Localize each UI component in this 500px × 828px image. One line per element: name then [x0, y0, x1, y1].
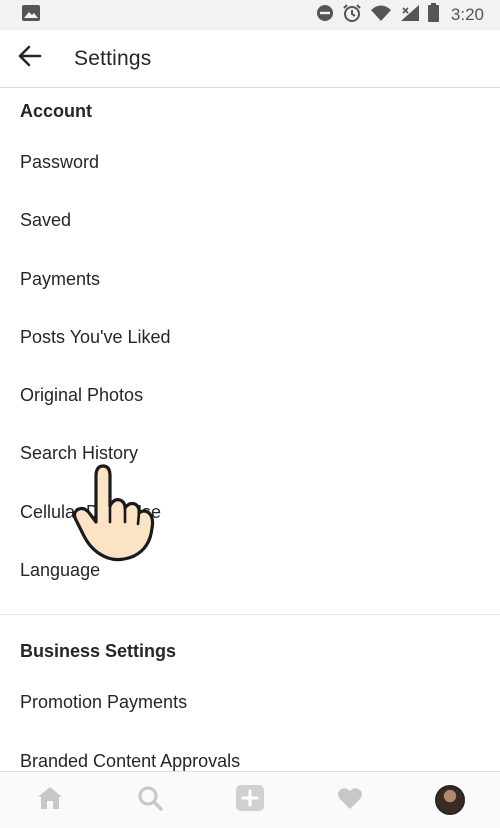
menu-item-posts-liked[interactable]: Posts You've Liked	[0, 308, 500, 366]
nav-activity-button[interactable]	[320, 772, 380, 828]
settings-list: Account Password Saved Payments Posts Yo…	[0, 89, 500, 771]
nav-add-post-button[interactable]	[220, 772, 280, 828]
menu-item-saved[interactable]: Saved	[0, 191, 500, 249]
menu-item-language[interactable]: Language	[0, 541, 500, 599]
back-button[interactable]	[0, 30, 60, 88]
do-not-disturb-icon	[316, 4, 334, 27]
add-post-icon	[235, 784, 265, 817]
app-header: Settings	[0, 30, 500, 88]
menu-item-password[interactable]: Password	[0, 133, 500, 191]
cellular-signal-icon	[400, 4, 420, 27]
status-left	[22, 4, 40, 26]
avatar	[435, 785, 465, 815]
menu-item-promotion-payments[interactable]: Promotion Payments	[0, 673, 500, 731]
nav-profile-button[interactable]	[420, 772, 480, 828]
home-icon	[37, 786, 63, 815]
nav-search-button[interactable]	[120, 772, 180, 828]
back-arrow-icon	[18, 45, 42, 72]
status-right: 3:20	[316, 3, 484, 28]
status-time: 3:20	[450, 5, 484, 24]
menu-item-original-photos[interactable]: Original Photos	[0, 366, 500, 424]
battery-icon	[427, 3, 439, 27]
menu-item-payments[interactable]: Payments	[0, 250, 500, 308]
section-title-business-settings: Business Settings	[20, 641, 177, 662]
wifi-icon	[370, 4, 392, 27]
search-icon	[137, 785, 163, 816]
nav-home-button[interactable]	[20, 772, 80, 828]
status-bar: 3:20	[0, 0, 500, 30]
alarm-icon	[342, 3, 362, 28]
image-icon	[22, 4, 40, 26]
section-title-account: Account	[20, 101, 92, 121]
menu-item-cellular-data-use[interactable]: Cellular Data Use	[0, 483, 500, 541]
page-title: Settings	[74, 46, 152, 70]
menu-item-branded-content-approvals[interactable]: Branded Content Approvals	[0, 732, 500, 771]
menu-item-search-history[interactable]: Search History	[0, 424, 500, 482]
section-divider	[0, 599, 500, 616]
bottom-nav	[0, 771, 500, 828]
activity-heart-icon	[337, 786, 363, 815]
